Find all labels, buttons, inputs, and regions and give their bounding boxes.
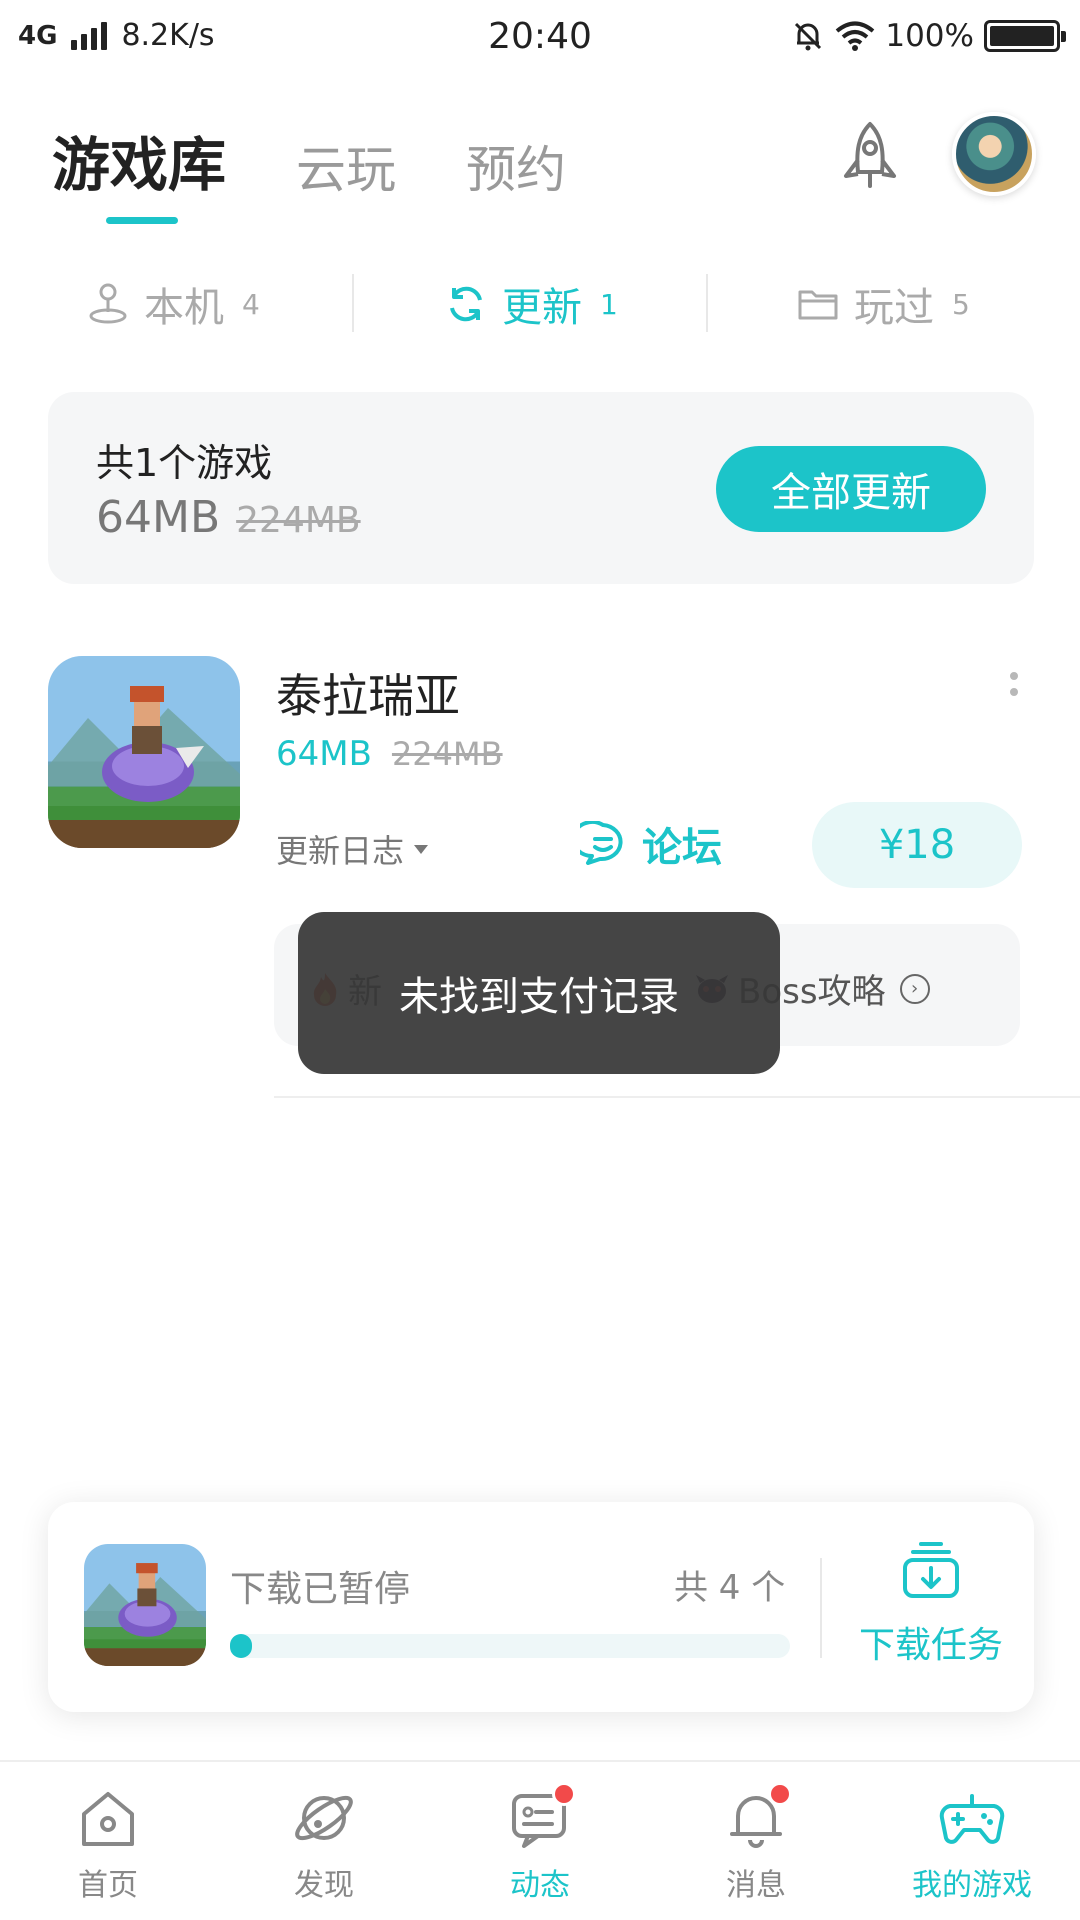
chat-bubble-icon: [504, 1782, 576, 1854]
planet-icon: [288, 1782, 360, 1854]
nav-messages-label: 消息: [726, 1868, 786, 1903]
nav-messages[interactable]: 消息: [648, 1782, 864, 1912]
rocket-button[interactable]: [830, 118, 910, 198]
download-panel-divider: [820, 1558, 822, 1658]
nav-home-label: 首页: [78, 1868, 138, 1903]
download-progress-bar: [230, 1634, 790, 1658]
terraria-art: [48, 686, 240, 848]
bottom-nav: 首页 发现 动态 消息 我的游戏: [0, 1760, 1080, 1920]
game-icon[interactable]: [48, 656, 240, 848]
nav-discover[interactable]: 发现: [216, 1782, 432, 1912]
more-dot-icon: [1010, 672, 1018, 680]
more-options-button[interactable]: [1004, 672, 1024, 732]
changelog-toggle[interactable]: 更新日志: [276, 826, 429, 872]
segment-update-count: 1: [600, 287, 618, 321]
segment-divider: [706, 274, 708, 332]
screen: 4G 8.2K/s 20:40 100% 游戏库 云玩 预约 本机 4 更新 1…: [0, 0, 1080, 1920]
home-icon: [72, 1782, 144, 1854]
terraria-art: [84, 1563, 206, 1666]
status-bar: 4G 8.2K/s 20:40 100%: [0, 0, 1080, 76]
game-download-size: 64MB: [276, 734, 372, 774]
summary-game-count: 共1个游戏: [96, 441, 273, 485]
segment-update[interactable]: 更新 1: [444, 270, 618, 338]
segment-local-count: 4: [242, 287, 260, 321]
segment-update-label: 更新: [502, 285, 582, 331]
update-summary-card: 共1个游戏 64MB 224MB 全部更新: [48, 392, 1034, 584]
nav-feed-label: 动态: [510, 1868, 570, 1903]
segment-played[interactable]: 玩过 5: [796, 270, 970, 338]
caret-down-icon: [414, 844, 429, 854]
summary-download-size: 64MB: [96, 492, 221, 543]
more-dot-icon: [1010, 688, 1018, 696]
mute-bell-icon: [795, 22, 822, 51]
joystick-icon: [89, 283, 127, 324]
nav-my-games[interactable]: 我的游戏: [864, 1782, 1080, 1912]
download-tasks-label: 下载任务: [858, 1625, 1003, 1666]
battery-icon: [984, 20, 1066, 52]
active-tab-indicator: [106, 217, 178, 224]
nav-home[interactable]: 首页: [0, 1782, 216, 1912]
update-all-button[interactable]: 全部更新: [716, 446, 986, 532]
download-panel[interactable]: 下载已暂停 共 4 个 下载任务: [48, 1502, 1034, 1712]
battery-percent: 100%: [885, 18, 974, 54]
summary-original-size: 224MB: [236, 500, 361, 541]
forum-label: 论坛: [642, 825, 722, 871]
game-original-size: 224MB: [391, 735, 503, 773]
download-icon: [903, 1542, 959, 1598]
item-divider: [274, 1096, 1080, 1098]
nav-feed[interactable]: 动态: [432, 1782, 648, 1912]
folder-icon: [798, 290, 838, 320]
gamepad-icon: [936, 1782, 1008, 1854]
download-status: 下载已暂停: [230, 1569, 411, 1610]
notification-badge: [768, 1782, 792, 1806]
notification-badge: [552, 1782, 576, 1806]
download-count: 共 4 个: [674, 1568, 786, 1608]
tab-reservation[interactable]: 预约: [466, 130, 566, 202]
summary-size: 64MB 224MB: [96, 492, 361, 543]
download-game-icon: [84, 1544, 206, 1666]
chevron-right-icon: ›: [899, 973, 930, 1004]
user-avatar[interactable]: [952, 112, 1036, 196]
segment-local[interactable]: 本机 4: [86, 270, 260, 338]
status-right: 100%: [791, 18, 1066, 54]
price-button[interactable]: ¥18: [812, 802, 1022, 888]
segment-row: 本机 4 更新 1 玩过 5: [0, 270, 1080, 338]
refresh-icon: [450, 286, 482, 322]
tab-cloud-play[interactable]: 云玩: [296, 130, 396, 202]
download-progress-fill: [230, 1634, 253, 1658]
changelog-label: 更新日志: [276, 832, 405, 870]
bell-icon: [720, 1782, 792, 1854]
nav-discover-label: 发现: [294, 1868, 354, 1903]
chat-icon: [580, 821, 623, 865]
download-tasks-button[interactable]: 下载任务: [846, 1538, 1016, 1678]
segment-local-label: 本机: [144, 285, 224, 331]
tab-game-library[interactable]: 游戏库: [52, 118, 226, 202]
game-name[interactable]: 泰拉瑞亚: [276, 660, 460, 726]
wifi-icon: [836, 21, 875, 51]
forum-button[interactable]: 论坛: [580, 814, 722, 874]
segment-divider: [352, 274, 354, 332]
segment-played-count: 5: [952, 287, 970, 321]
game-size: 64MB 224MB: [276, 734, 503, 774]
toast-message: 未找到支付记录: [298, 912, 780, 1074]
segment-played-label: 玩过: [854, 285, 934, 331]
rocket-icon: [844, 122, 896, 188]
top-tabs: 游戏库 云玩 预约: [52, 118, 566, 202]
nav-my-games-label: 我的游戏: [912, 1868, 1032, 1903]
